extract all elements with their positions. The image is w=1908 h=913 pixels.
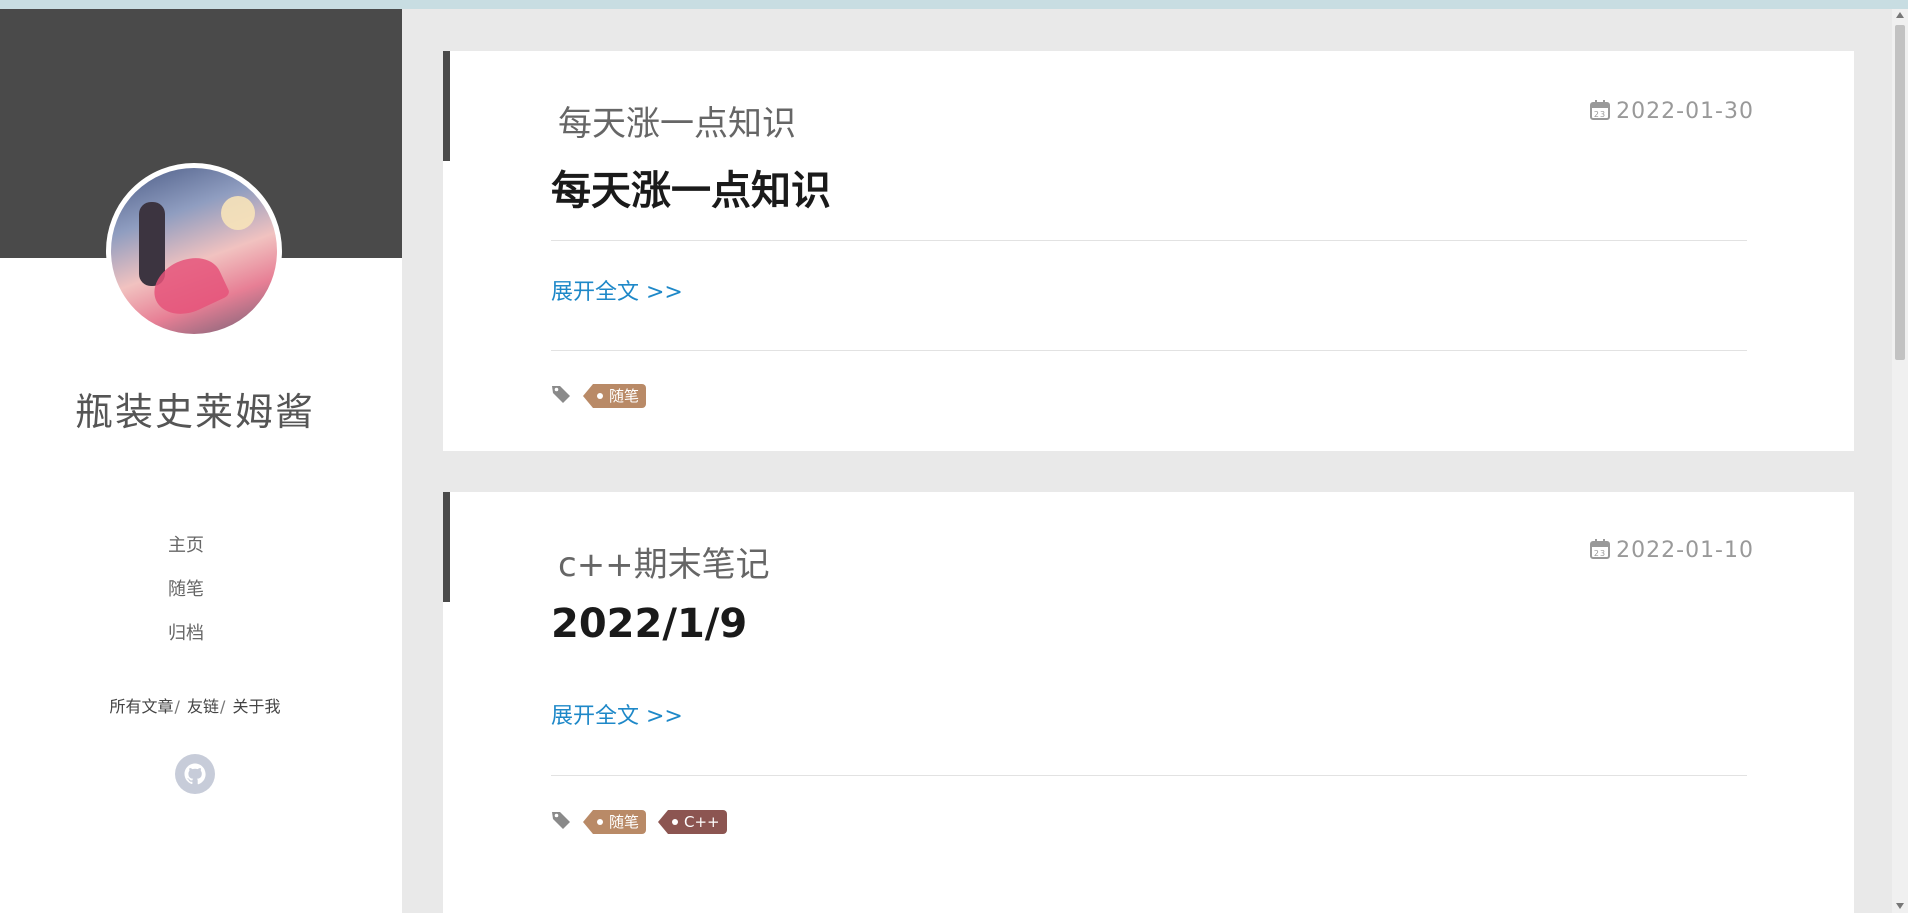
card-accent-bar bbox=[443, 492, 450, 602]
avatar-sky-glow bbox=[221, 196, 255, 230]
post-date-text: 2022-01-10 bbox=[1616, 538, 1754, 563]
all-posts-link[interactable]: 所有文章 bbox=[109, 697, 173, 716]
post-title[interactable]: c++期末笔记 bbox=[558, 537, 770, 586]
tag-list: 随笔 C++ bbox=[551, 810, 741, 834]
sidebar-item-home[interactable]: 主页 bbox=[0, 524, 372, 568]
post-date-text: 2022-01-30 bbox=[1616, 99, 1754, 124]
calendar-icon: 23 bbox=[1590, 100, 1611, 126]
sidebar-sub-links: 所有文章/ 友链/ 关于我 bbox=[0, 693, 390, 717]
tag-icon bbox=[551, 384, 571, 408]
scroll-up-arrow-icon[interactable] bbox=[1896, 12, 1904, 18]
link-separator: / bbox=[174, 697, 180, 716]
post-card: c++期末笔记 23 2022-01-10 2022/1/9 展开全文 >> 随… bbox=[443, 492, 1854, 913]
post-date: 23 2022-01-30 bbox=[1590, 99, 1754, 126]
sidebar-item-essays[interactable]: 随笔 bbox=[0, 568, 372, 612]
svg-text:23: 23 bbox=[1594, 110, 1606, 119]
page-scrollbar[interactable] bbox=[1892, 9, 1908, 913]
friend-links-link[interactable]: 友链 bbox=[187, 697, 219, 716]
tag-list: 随笔 bbox=[551, 384, 660, 408]
read-more-link[interactable]: 展开全文 >> bbox=[551, 274, 683, 306]
card-accent-bar bbox=[443, 51, 450, 161]
divider bbox=[551, 350, 1747, 351]
sidebar: 瓶装史莱姆酱 主页 随笔 归档 所有文章/ 友链/ 关于我 bbox=[0, 9, 402, 913]
post-title[interactable]: 每天涨一点知识 bbox=[558, 96, 796, 145]
about-me-link[interactable]: 关于我 bbox=[232, 697, 280, 716]
avatar[interactable] bbox=[106, 163, 282, 339]
post-excerpt-heading: 2022/1/9 bbox=[551, 601, 748, 647]
link-separator: / bbox=[220, 697, 226, 716]
post-excerpt-heading: 每天涨一点知识 bbox=[551, 168, 831, 214]
window-top-strip bbox=[0, 0, 1908, 9]
post-date: 23 2022-01-10 bbox=[1590, 538, 1754, 565]
site-title[interactable]: 瓶装史莱姆酱 bbox=[0, 381, 390, 436]
tag-essays[interactable]: 随笔 bbox=[582, 384, 647, 408]
calendar-icon: 23 bbox=[1590, 539, 1611, 565]
sidebar-item-archive[interactable]: 归档 bbox=[0, 612, 372, 656]
svg-text:23: 23 bbox=[1594, 549, 1606, 558]
sidebar-nav: 主页 随笔 归档 bbox=[0, 524, 372, 656]
tag-essays[interactable]: 随笔 bbox=[582, 810, 647, 834]
read-more-link[interactable]: 展开全文 >> bbox=[551, 698, 683, 730]
post-card: 每天涨一点知识 23 2022-01-30 每天涨一点知识 展开全文 >> 随笔 bbox=[443, 51, 1854, 451]
tag-cpp[interactable]: C++ bbox=[658, 810, 727, 834]
scroll-down-arrow-icon[interactable] bbox=[1896, 903, 1904, 909]
divider bbox=[551, 240, 1747, 241]
scroll-thumb[interactable] bbox=[1895, 25, 1905, 360]
github-icon[interactable] bbox=[175, 754, 215, 794]
tag-icon bbox=[551, 810, 571, 834]
divider bbox=[551, 775, 1747, 776]
